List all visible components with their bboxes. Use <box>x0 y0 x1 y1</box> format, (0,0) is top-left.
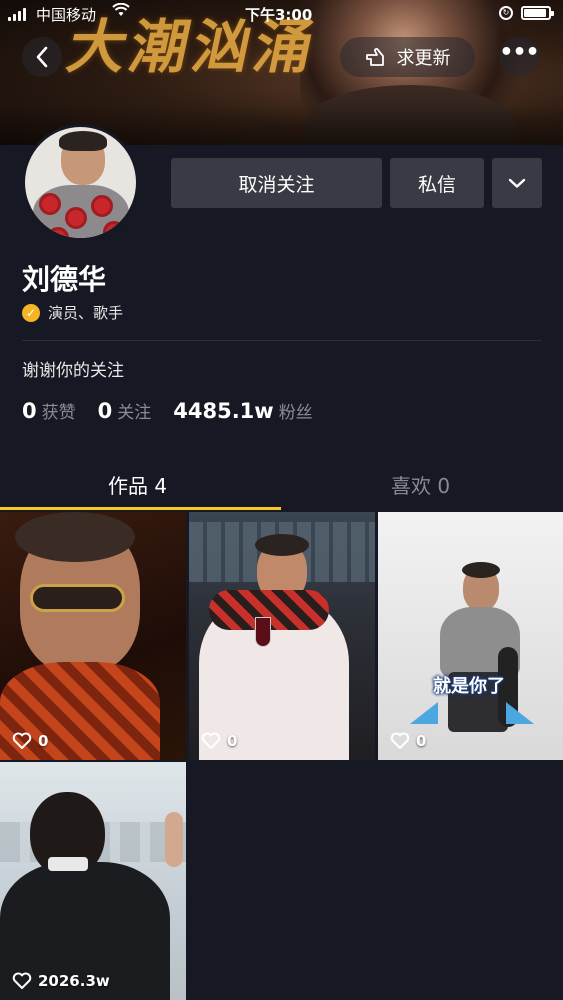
back-button[interactable] <box>22 37 62 77</box>
profile-stats: 0 获赞 0 关注 4485.1w 粉丝 <box>22 398 335 423</box>
tab-works[interactable]: 作品 4 <box>108 470 167 499</box>
tab-likes[interactable]: 喜欢 0 <box>391 470 450 499</box>
heart-icon <box>201 732 221 749</box>
stat-likes[interactable]: 0 获赞 <box>22 398 76 423</box>
chevron-down-icon <box>508 178 526 188</box>
divider <box>22 340 542 341</box>
profile-name: 刘德华 <box>22 263 107 296</box>
avatar[interactable] <box>22 124 139 241</box>
pointing-hand-icon <box>365 48 384 66</box>
heart-icon <box>12 972 32 989</box>
unfollow-button[interactable]: 取消关注 <box>171 158 382 208</box>
video-thumbnail[interactable]: 2026.3w <box>0 762 186 1000</box>
active-tab-indicator <box>0 507 281 510</box>
request-update-label: 求更新 <box>396 48 451 69</box>
request-update-button[interactable]: 求更新 <box>340 37 475 77</box>
stat-following[interactable]: 0 关注 <box>98 398 152 423</box>
more-dots-icon: ••• <box>499 40 539 65</box>
rotation-lock-icon: ↻ <box>499 6 513 20</box>
video-thumbnail[interactable]: 0 <box>189 512 375 760</box>
video-thumbnail[interactable]: 就是你了 0 <box>378 512 563 760</box>
expand-recommendations-button[interactable] <box>492 158 542 208</box>
message-button[interactable]: 私信 <box>390 158 484 208</box>
status-bar: 中国移动 下午3:00 ↻ <box>0 0 563 28</box>
clock: 下午3:00 <box>245 6 313 24</box>
video-like-count: 0 <box>390 732 426 750</box>
verification-row: ✓ 演员、歌手 <box>22 302 123 323</box>
wifi-icon <box>112 2 130 21</box>
video-caption: 就是你了 <box>433 676 505 697</box>
heart-icon <box>390 732 410 749</box>
video-like-count: 0 <box>12 732 48 750</box>
video-like-count: 0 <box>201 732 237 750</box>
verified-label: 演员、歌手 <box>48 304 124 322</box>
signal-icon <box>8 8 26 21</box>
battery-icon <box>521 6 554 20</box>
stat-followers[interactable]: 4485.1w 粉丝 <box>173 398 312 423</box>
video-thumbnail[interactable]: 0 <box>0 512 186 760</box>
verified-check-icon: ✓ <box>22 303 40 322</box>
more-options-button[interactable]: ••• <box>499 37 540 77</box>
heart-icon <box>12 732 32 749</box>
video-like-count: 2026.3w <box>12 972 110 990</box>
chevron-left-icon <box>36 46 48 68</box>
profile-bio: 谢谢你的关注 <box>22 361 124 381</box>
carrier-label: 中国移动 <box>36 6 97 24</box>
